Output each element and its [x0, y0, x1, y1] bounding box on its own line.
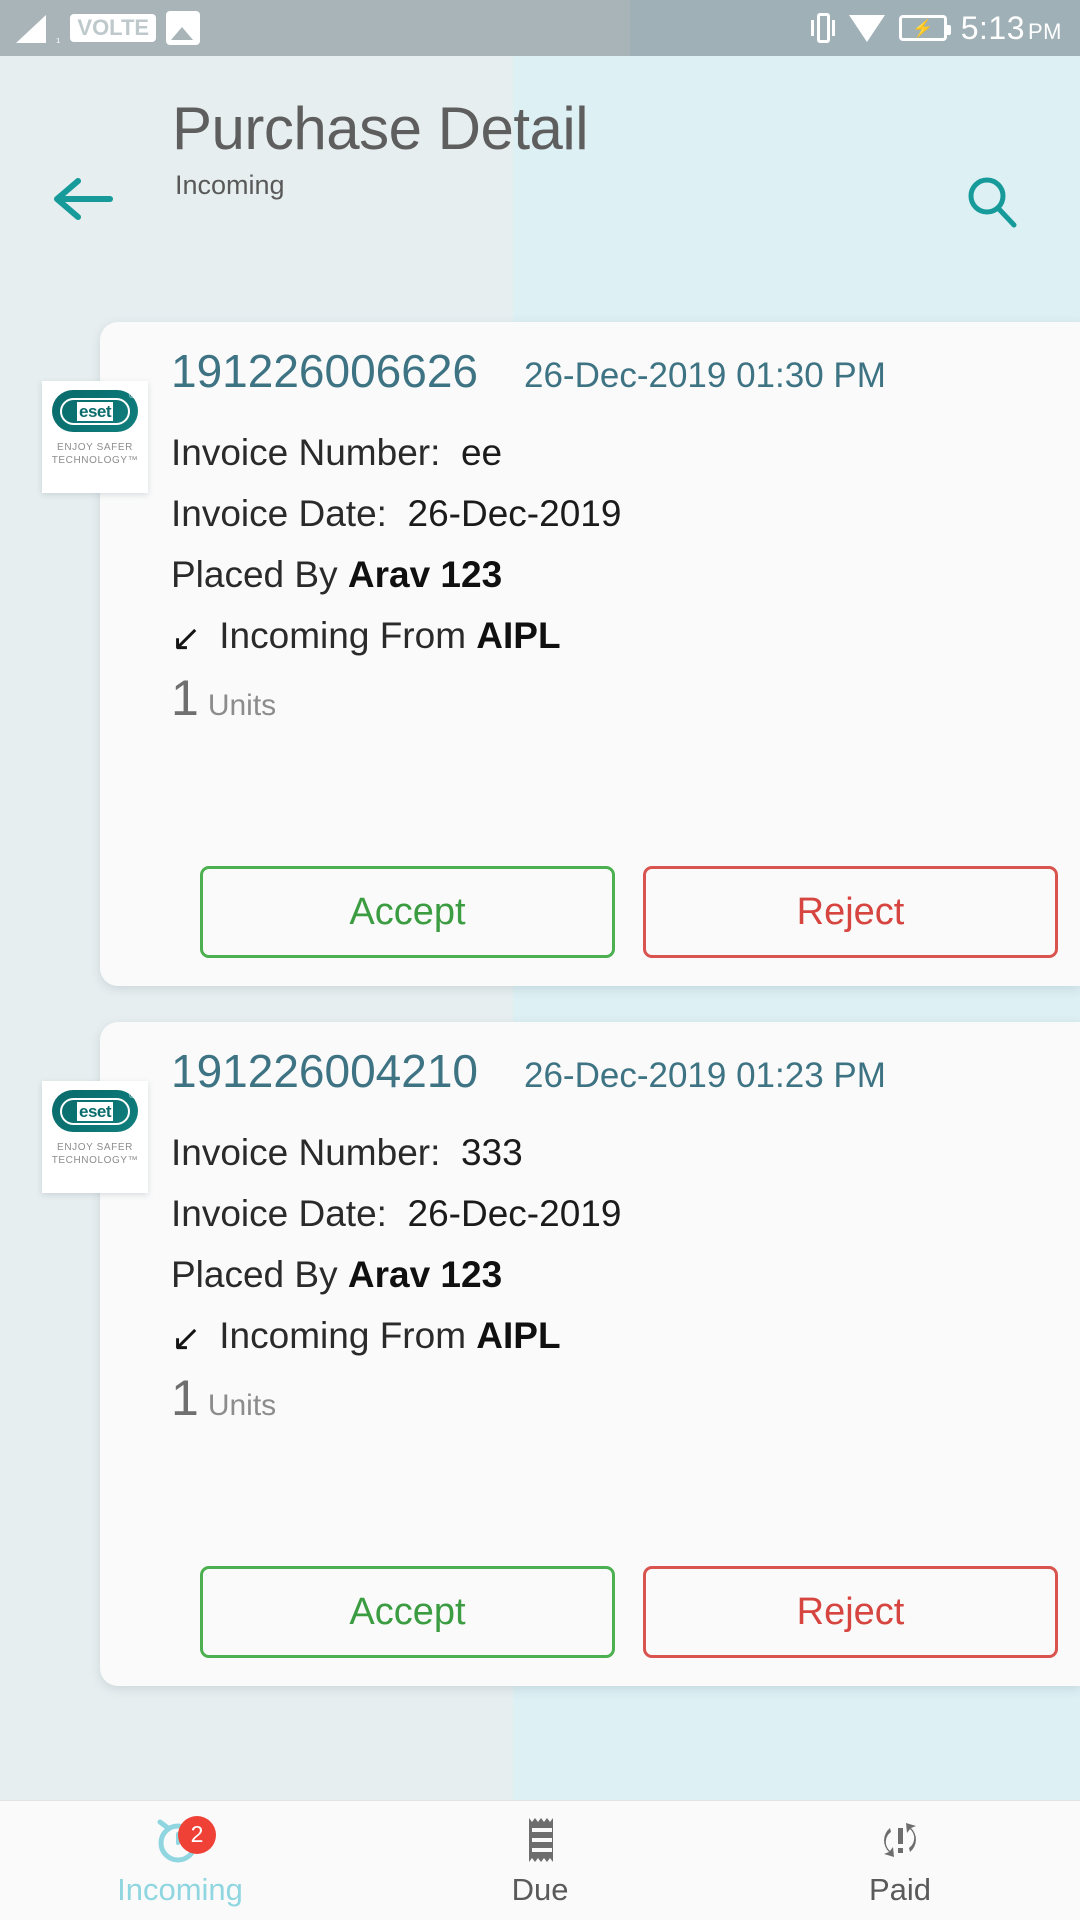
eset-wordmark: eset	[76, 401, 114, 421]
nav-label-paid: Paid	[868, 1871, 932, 1907]
reject-button[interactable]: Reject	[643, 1566, 1058, 1658]
card-details: Invoice Number: ee Invoice Date: 26-Dec-…	[171, 422, 1060, 734]
card-header: 191226004210 26-Dec-2019 01:23 PM	[171, 1044, 1056, 1098]
wifi-icon	[848, 13, 885, 43]
status-bar-clock: 5:13 PM	[961, 10, 1062, 47]
placed-by-value: Arav 123	[347, 1254, 503, 1295]
status-bar-left-icons: ₁ VOLTE	[0, 11, 201, 45]
clock-ampm: PM	[1028, 18, 1062, 44]
incoming-from-value: AIPL	[476, 615, 561, 656]
registered-mark: ®	[129, 391, 135, 400]
placed-by-label: Placed By	[171, 554, 338, 595]
placed-by-row: Placed By Arav 123	[171, 1244, 1060, 1305]
brand-logo: eset ® ENJOY SAFER TECHNOLOGY™	[42, 381, 148, 493]
invoice-date-value: 26-Dec-2019	[407, 493, 622, 534]
battery-charging-icon: ⚡	[898, 15, 951, 41]
invoice-date-label: Invoice Date:	[171, 493, 387, 534]
invoice-number-row: Invoice Number: ee	[171, 422, 1060, 483]
brand-tagline-line1: ENJOY SAFER	[57, 442, 133, 453]
incoming-badge: 2	[178, 1815, 216, 1854]
incoming-from-value: AIPL	[476, 1315, 561, 1356]
search-icon	[968, 177, 1017, 228]
brand-logo: eset ® ENJOY SAFER TECHNOLOGY™	[42, 1081, 148, 1193]
nav-label-incoming: Incoming	[117, 1871, 243, 1907]
accept-button[interactable]: Accept	[200, 866, 615, 958]
invoice-number-row: Invoice Number: 333	[171, 1122, 1060, 1183]
brand-tagline-line2: TECHNOLOGY™	[51, 1155, 139, 1166]
nav-item-paid[interactable]: Paid	[720, 1801, 1080, 1920]
brand-tagline: ENJOY SAFER TECHNOLOGY™	[52, 441, 139, 467]
units-quantity: 1	[171, 670, 199, 726]
order-number: 191226004210	[171, 1045, 478, 1097]
order-datetime: 26-Dec-2019 01:23 PM	[524, 1056, 886, 1095]
invoice-date-value: 26-Dec-2019	[407, 1193, 622, 1234]
volte-icon: VOLTE	[70, 14, 157, 42]
invoice-number-label: Invoice Number:	[171, 1132, 441, 1173]
purchase-card[interactable]: eset ® ENJOY SAFER TECHNOLOGY™ 191226004…	[42, 1022, 1080, 1686]
brand-tagline: ENJOY SAFER TECHNOLOGY™	[52, 1141, 139, 1167]
image-icon	[166, 11, 201, 45]
invoice-date-row: Invoice Date: 26-Dec-2019	[171, 1183, 1060, 1244]
placed-by-label: Placed By	[171, 1254, 338, 1295]
back-button[interactable]	[52, 176, 114, 222]
units-label: Units	[207, 689, 277, 722]
order-datetime: 26-Dec-2019 01:30 PM	[524, 356, 886, 395]
units-row: 1 Units	[171, 670, 1060, 734]
units-label: Units	[207, 1389, 277, 1422]
card-actions: Accept Reject	[200, 866, 1058, 958]
signal-icon	[16, 13, 50, 43]
eset-wordmark: eset	[76, 1101, 114, 1121]
eset-logo-icon: eset ®	[52, 390, 138, 432]
nav-label-due: Due	[511, 1871, 569, 1907]
refresh-alert-icon	[872, 1814, 928, 1866]
app-header: Purchase Detail Incoming	[0, 56, 1080, 251]
units-row: 1 Units	[171, 1370, 1060, 1434]
brand-tagline-line2: TECHNOLOGY™	[51, 455, 139, 466]
purchase-card[interactable]: eset ® ENJOY SAFER TECHNOLOGY™ 191226006…	[42, 322, 1080, 986]
status-bar-right-icons: ⚡ 5:13 PM	[810, 0, 1062, 56]
signal-sim-indicator: ₁	[56, 30, 61, 45]
reject-button[interactable]: Reject	[643, 866, 1058, 958]
invoice-date-label: Invoice Date:	[171, 1193, 387, 1234]
eset-logo-icon: eset ®	[52, 1090, 138, 1132]
invoice-number-value: 333	[460, 1132, 523, 1173]
receipt-icon	[512, 1814, 568, 1866]
card-details: Invoice Number: 333 Invoice Date: 26-Dec…	[171, 1122, 1060, 1434]
order-number: 191226006626	[171, 345, 478, 397]
back-arrow-icon	[54, 178, 113, 220]
incoming-from-label: Incoming From	[219, 1315, 467, 1356]
card-actions: Accept Reject	[200, 1566, 1058, 1658]
bottom-navigation: 2 Incoming Due Paid	[0, 1800, 1080, 1920]
nav-item-due[interactable]: Due	[360, 1801, 720, 1920]
vibrate-icon	[810, 11, 835, 45]
incoming-from-row: ↙ Incoming From AIPL	[171, 1305, 1060, 1366]
placed-by-value: Arav 123	[347, 554, 503, 595]
registered-mark: ®	[129, 1091, 135, 1100]
accept-button[interactable]: Accept	[200, 1566, 615, 1658]
alarm-clock-icon: 2	[152, 1814, 216, 1866]
nav-item-incoming[interactable]: 2 Incoming	[0, 1801, 360, 1920]
units-quantity: 1	[171, 1370, 199, 1426]
incoming-from-row: ↙ Incoming From AIPL	[171, 605, 1060, 666]
placed-by-row: Placed By Arav 123	[171, 544, 1060, 605]
invoice-date-row: Invoice Date: 26-Dec-2019	[171, 483, 1060, 544]
invoice-number-value: ee	[460, 432, 503, 473]
page-title: Purchase Detail	[172, 95, 589, 162]
invoice-number-label: Invoice Number:	[171, 432, 441, 473]
incoming-arrow-icon: ↙	[171, 617, 202, 658]
card-header: 191226006626 26-Dec-2019 01:30 PM	[171, 344, 1056, 398]
brand-tagline-line1: ENJOY SAFER	[57, 1142, 133, 1153]
page-subtitle: Incoming	[175, 170, 285, 200]
clock-time: 5:13	[960, 9, 1025, 46]
status-bar: ₁ VOLTE ⚡ 5:13 PM	[0, 0, 1080, 56]
search-button[interactable]	[964, 174, 1020, 230]
header-title-block: Purchase Detail Incoming	[172, 94, 589, 201]
incoming-from-label: Incoming From	[219, 615, 467, 656]
incoming-arrow-icon: ↙	[171, 1317, 202, 1358]
